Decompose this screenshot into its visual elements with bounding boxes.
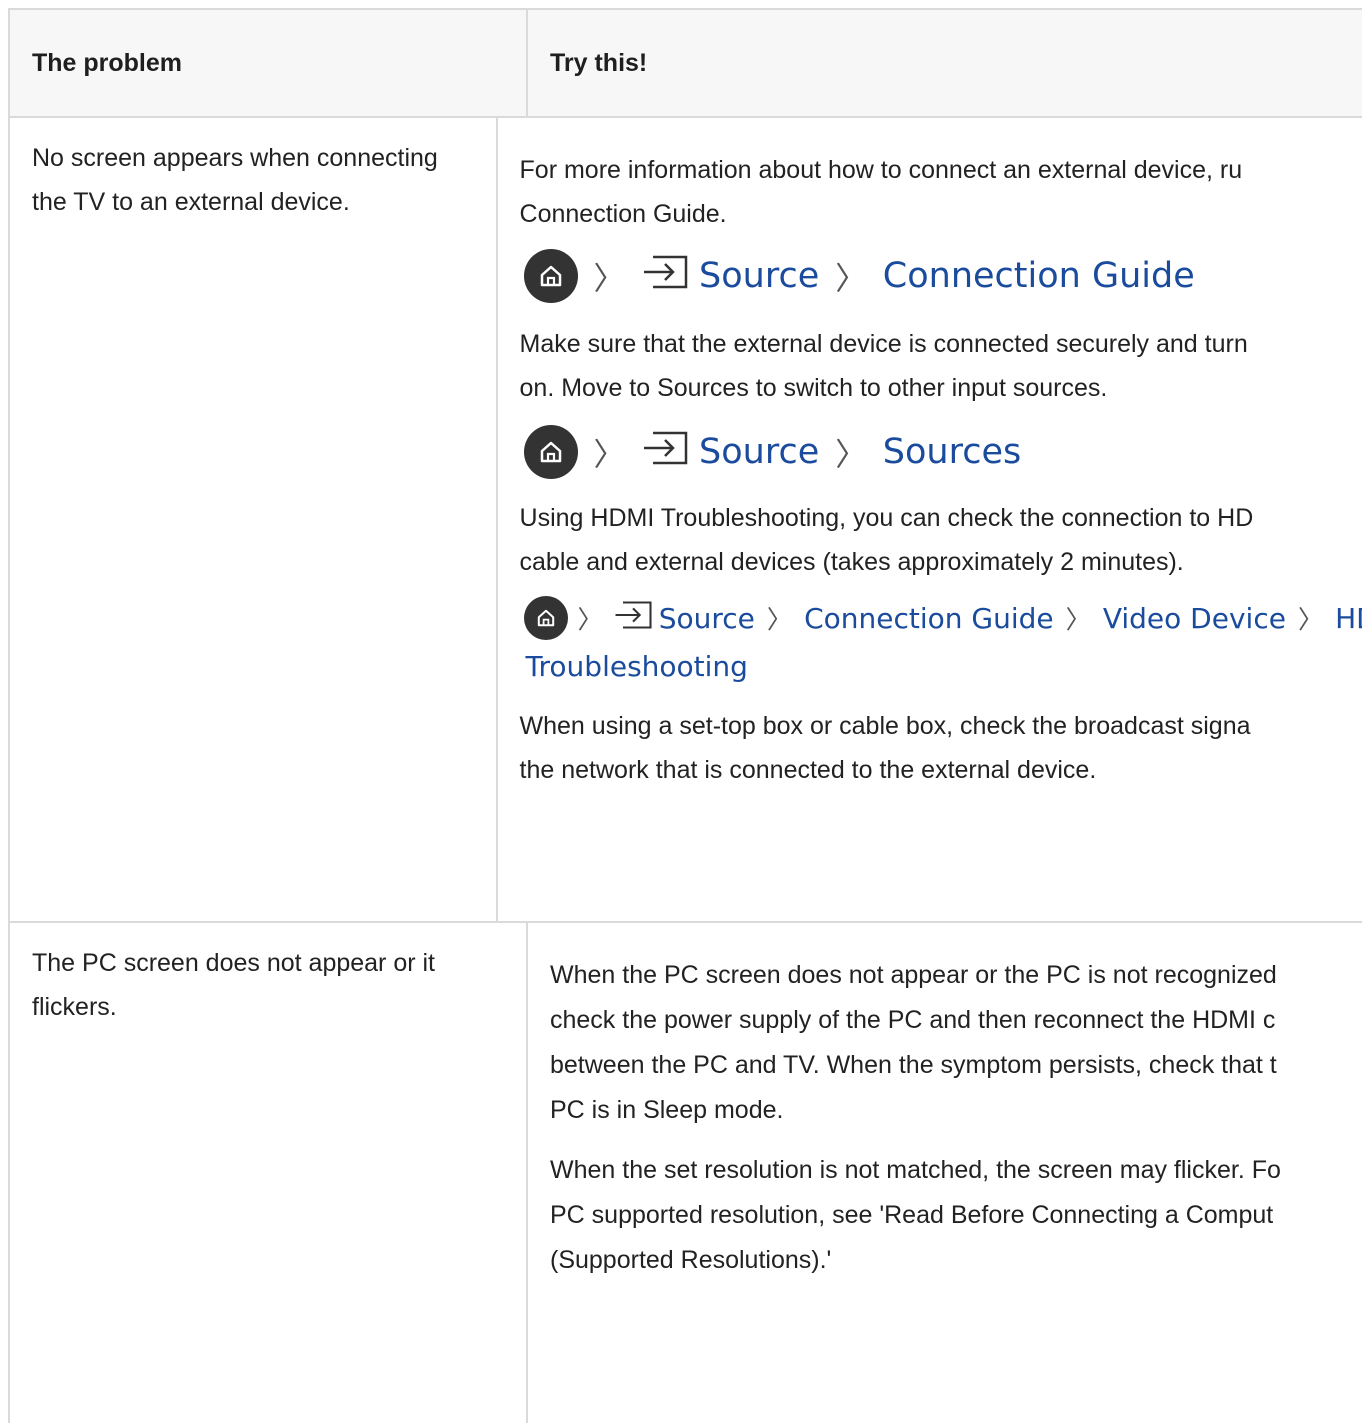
solution-paragraph: Make sure that the external device is co… [520,322,1362,410]
chevron-right-icon: 〉 [577,605,603,634]
menu-path-connection-guide: 〉 Source 〉 Connection Guide [520,246,1362,306]
source-input-icon [613,600,653,637]
solution-cell: For more information about how to connec… [498,118,1362,921]
menu-hdmi-troubleshooting-link[interactable]: Troubleshooting [520,642,1362,690]
text-line: check the power supply of the PC and the… [550,1006,1276,1034]
home-icon [523,596,568,640]
home-icon [523,425,578,479]
menu-path-hdmi-troubleshooting: 〉 Source 〉 Connection Guide 〉 Video Devi… [520,594,1362,642]
solution-paragraph: When the PC screen does not appear or th… [550,953,1362,1133]
menu-connection-guide-link[interactable]: Connection Guide [804,602,1054,635]
table-row: No screen appears when connecting the TV… [8,118,1362,923]
source-input-icon [641,254,689,299]
problem-line: The PC screen does not appear or it [32,949,436,977]
chevron-right-icon: 〉 [593,261,626,297]
text-line: between the PC and TV. When the symptom … [550,1051,1277,1079]
text-line: Using HDMI Troubleshooting, you can chec… [519,504,1254,532]
solution-paragraph: Using HDMI Troubleshooting, you can chec… [520,496,1362,584]
text-line: (Supported Resolutions).' [550,1246,832,1274]
text-line: on. Move to Sources to switch to other i… [519,374,1108,402]
header-problem: The problem [8,10,528,116]
text-line: When the PC screen does not appear or th… [550,961,1277,989]
text-line: For more information about how to connec… [519,156,1243,184]
text-line: PC is in Sleep mode. [550,1096,784,1124]
menu-video-device-link[interactable]: Video Device [1103,602,1286,635]
menu-sources-link[interactable]: Sources [883,432,1021,472]
menu-source-link[interactable]: Source [699,432,819,472]
header-solution: Try this! [550,48,648,77]
text-line: When the set resolution is not matched, … [550,1156,1281,1184]
text-line: When using a set-top box or cable box, c… [519,712,1251,740]
text-line: Connection Guide. [519,200,727,228]
menu-path-sources: 〉 Source 〉 Sources [520,422,1362,482]
problem-cell: No screen appears when connecting the TV… [8,118,498,921]
troubleshooting-table: The problem Try this! No screen appears … [8,8,1362,1423]
table-row: The PC screen does not appear or it flic… [8,923,1362,1423]
solution-cell: When the PC screen does not appear or th… [528,923,1362,1423]
chevron-right-icon: 〉 [1065,605,1091,634]
problem-line: flickers. [32,993,117,1021]
chevron-right-icon: 〉 [1297,605,1324,634]
chevron-right-icon: 〉 [766,605,793,634]
problem-text: No screen appears when connecting the TV… [32,136,474,224]
menu-hdmi-link[interactable]: HDI [1335,602,1362,635]
text-line: the network that is connected to the ext… [519,756,1097,784]
source-input-icon [641,430,689,475]
menu-source-link[interactable]: Source [699,256,819,296]
menu-connection-guide-link[interactable]: Connection Guide [883,256,1195,296]
problem-line: the TV to an external device. [32,188,350,216]
home-icon [523,249,578,303]
chevron-right-icon: 〉 [835,437,867,473]
problem-line: No screen appears when connecting [32,144,438,172]
problem-text: The PC screen does not appear or it flic… [32,941,504,1029]
problem-cell: The PC screen does not appear or it flic… [8,923,528,1423]
table-header-row: The problem Try this! [8,8,1362,118]
text-line: cable and external devices (takes approx… [519,548,1184,576]
solution-paragraph: When the set resolution is not matched, … [550,1148,1362,1283]
solution-paragraph: When using a set-top box or cable box, c… [520,704,1362,792]
chevron-right-icon: 〉 [593,437,626,473]
text-line: PC supported resolution, see 'Read Befor… [550,1201,1274,1229]
menu-source-link[interactable]: Source [659,602,755,635]
solution-paragraph: For more information about how to connec… [520,148,1362,236]
text-line: Make sure that the external device is co… [519,330,1248,358]
chevron-right-icon: 〉 [835,261,867,297]
